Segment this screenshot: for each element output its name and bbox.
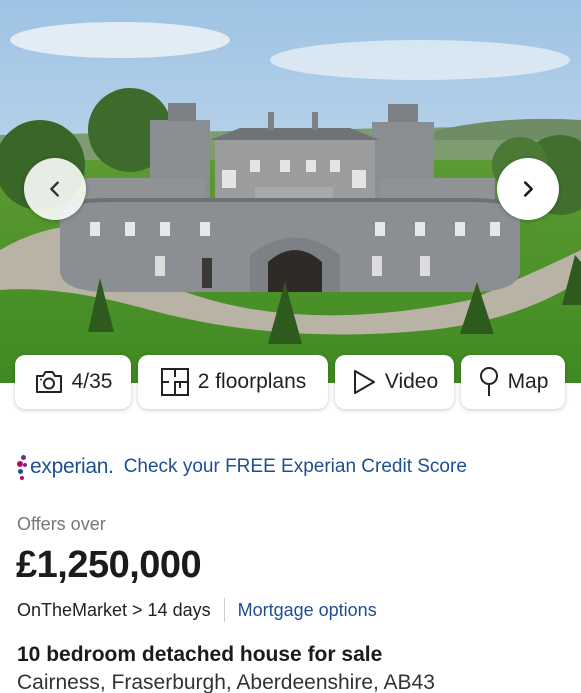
experian-cta-link[interactable]: Check your FREE Experian Credit Score	[124, 456, 467, 478]
floorplans-label: 2 floorplans	[197, 370, 307, 393]
price-qualifier: Offers over	[17, 514, 106, 534]
experian-logo-dots	[17, 453, 29, 481]
house-image	[0, 0, 581, 383]
listing-meta-row: OnTheMarket > 14 days Mortgage options	[17, 598, 377, 622]
map-button[interactable]: Map	[461, 355, 565, 409]
camera-icon	[35, 371, 62, 393]
listing-address: Cairness, Fraserburgh, Aberdeenshire, AB…	[17, 671, 435, 693]
experian-credit-banner[interactable]: experian. Check your FREE Experian Credi…	[17, 453, 467, 481]
price: £1,250,000	[16, 544, 202, 586]
agent-listing-age: OnTheMarket > 14 days	[17, 599, 211, 620]
property-photo[interactable]	[0, 0, 581, 383]
listing-title: 10 bedroom detached house for sale	[17, 643, 383, 666]
mortgage-options-link[interactable]: Mortgage options	[238, 600, 377, 621]
video-label: Video	[384, 370, 439, 393]
previous-photo-button[interactable]	[24, 158, 86, 220]
map-pin-icon	[479, 367, 498, 396]
photos-button[interactable]: 4/35	[15, 355, 131, 409]
video-button[interactable]: Video	[335, 355, 454, 409]
media-buttons-row: 4/35 2 floorplans Video Map	[15, 355, 566, 409]
photos-count-label: 4/35	[71, 370, 113, 393]
floorplans-button[interactable]: 2 floorplans	[138, 355, 328, 409]
map-label: Map	[507, 370, 549, 393]
experian-logo-text: experian.	[30, 455, 114, 478]
floorplan-icon	[160, 368, 189, 396]
play-icon	[353, 370, 375, 394]
chevron-right-icon	[523, 181, 533, 197]
chevron-left-icon	[50, 181, 59, 197]
meta-divider	[223, 598, 225, 622]
next-photo-button[interactable]	[497, 158, 559, 220]
